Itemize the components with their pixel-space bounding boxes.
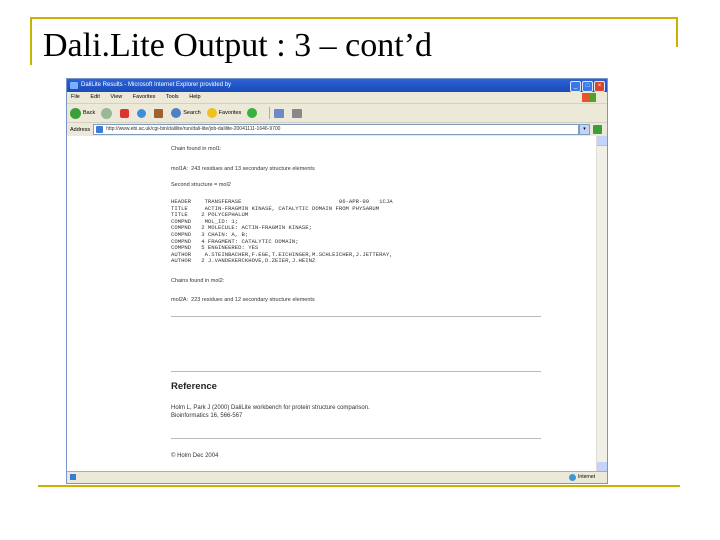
globe-icon — [569, 474, 577, 481]
divider — [171, 316, 541, 317]
reference-heading: Reference — [171, 381, 217, 392]
status-bar: Internet — [67, 471, 607, 483]
home-button[interactable] — [154, 108, 165, 118]
print-icon — [292, 108, 303, 118]
mail-button[interactable] — [274, 108, 286, 118]
toolbar-separator — [269, 107, 271, 119]
media-icon — [247, 108, 258, 118]
reference-line: Holm L, Park J (2000) DaliLite workbench… — [171, 405, 370, 411]
forward-button[interactable] — [101, 107, 114, 119]
slide-border-left — [30, 17, 32, 65]
page-icon — [96, 126, 104, 133]
minimize-icon[interactable]: _ — [570, 81, 581, 92]
search-label: Search — [183, 110, 201, 116]
window-title: DaliLite Results - Microsoft Internet Ex… — [81, 82, 232, 88]
zone-label: Internet — [578, 474, 595, 480]
residues-mol2: mol2A: 223 residues and 12 secondary str… — [171, 297, 315, 303]
forward-arrow-icon — [101, 107, 113, 119]
menu-help[interactable]: Help — [189, 94, 200, 100]
go-arrow-icon — [593, 125, 602, 134]
window-controls: _ □ × — [570, 81, 605, 92]
toolbar: Back Search Favorites — [67, 104, 607, 123]
go-button[interactable] — [593, 125, 604, 134]
divider — [171, 371, 541, 372]
address-label: Address — [70, 126, 91, 133]
media-button[interactable] — [247, 108, 259, 118]
back-label: Back — [83, 110, 96, 116]
slide-border-right — [676, 17, 678, 47]
done-page-icon — [70, 474, 76, 480]
menu-tools[interactable]: Tools — [166, 94, 179, 100]
vertical-scrollbar[interactable] — [596, 136, 607, 472]
slide-border-bottom — [38, 485, 680, 487]
menu-file[interactable]: File — [71, 94, 80, 100]
security-zone: Internet — [569, 472, 595, 483]
stop-icon — [120, 108, 130, 118]
search-button[interactable]: Search — [171, 108, 201, 118]
window-titlebar[interactable]: DaliLite Results - Microsoft Internet Ex… — [67, 79, 607, 92]
pdb-header-line: AUTHOR 2 J.VANDEKERCKHOVE,D.ZEIER,J.HEIN… — [171, 257, 316, 265]
maximize-icon[interactable]: □ — [582, 81, 593, 92]
ie-icon — [70, 82, 78, 89]
mail-icon — [274, 108, 285, 118]
star-icon — [206, 108, 217, 118]
stop-button[interactable] — [120, 108, 131, 118]
print-button[interactable] — [292, 108, 304, 118]
page-content: Chain found in mol1: mol1A: 243 residues… — [67, 136, 597, 472]
browser-window: DaliLite Results - Microsoft Internet Ex… — [66, 78, 608, 484]
menu-bar: File Edit View Favorites Tools Help — [67, 92, 607, 104]
scroll-up-icon[interactable] — [597, 136, 607, 146]
slide-border-top — [30, 17, 678, 19]
menu-favorites[interactable]: Favorites — [133, 94, 156, 100]
favorites-button[interactable]: Favorites — [206, 108, 242, 118]
address-dropdown-button[interactable]: ▾ — [579, 124, 590, 135]
slide-title: Dali.Lite Output : 3 – cont’d — [43, 27, 433, 64]
address-url: http://www.ebi.ac.uk/cgi-bin/dalilite/ru… — [106, 126, 281, 132]
search-icon — [171, 108, 182, 118]
menu-edit[interactable]: Edit — [90, 94, 99, 100]
refresh-icon — [137, 108, 147, 118]
menu-view[interactable]: View — [110, 94, 122, 100]
windows-logo-icon — [582, 93, 596, 102]
divider — [171, 438, 541, 439]
back-button[interactable]: Back — [70, 107, 96, 119]
chain-found-mol1: Chain found in mol1: — [171, 146, 222, 152]
home-icon — [154, 108, 164, 118]
footer-copyright: © Holm Dec 2004 — [171, 453, 219, 459]
address-bar: Address http://www.ebi.ac.uk/cgi-bin/dal… — [67, 123, 607, 137]
back-arrow-icon — [70, 107, 81, 119]
reference-line: Bioinformatics 16, 566-567 — [171, 413, 243, 419]
residues-mol1: mol1A: 243 residues and 13 secondary str… — [171, 166, 315, 172]
second-structure: Second structure = mol2 — [171, 182, 231, 188]
close-icon[interactable]: × — [594, 81, 605, 92]
favorites-label: Favorites — [218, 110, 242, 116]
refresh-button[interactable] — [137, 108, 148, 118]
address-input[interactable]: http://www.ebi.ac.uk/cgi-bin/dalilite/ru… — [93, 124, 579, 135]
chain-found-mol2: Chains found in mol2: — [171, 278, 225, 284]
